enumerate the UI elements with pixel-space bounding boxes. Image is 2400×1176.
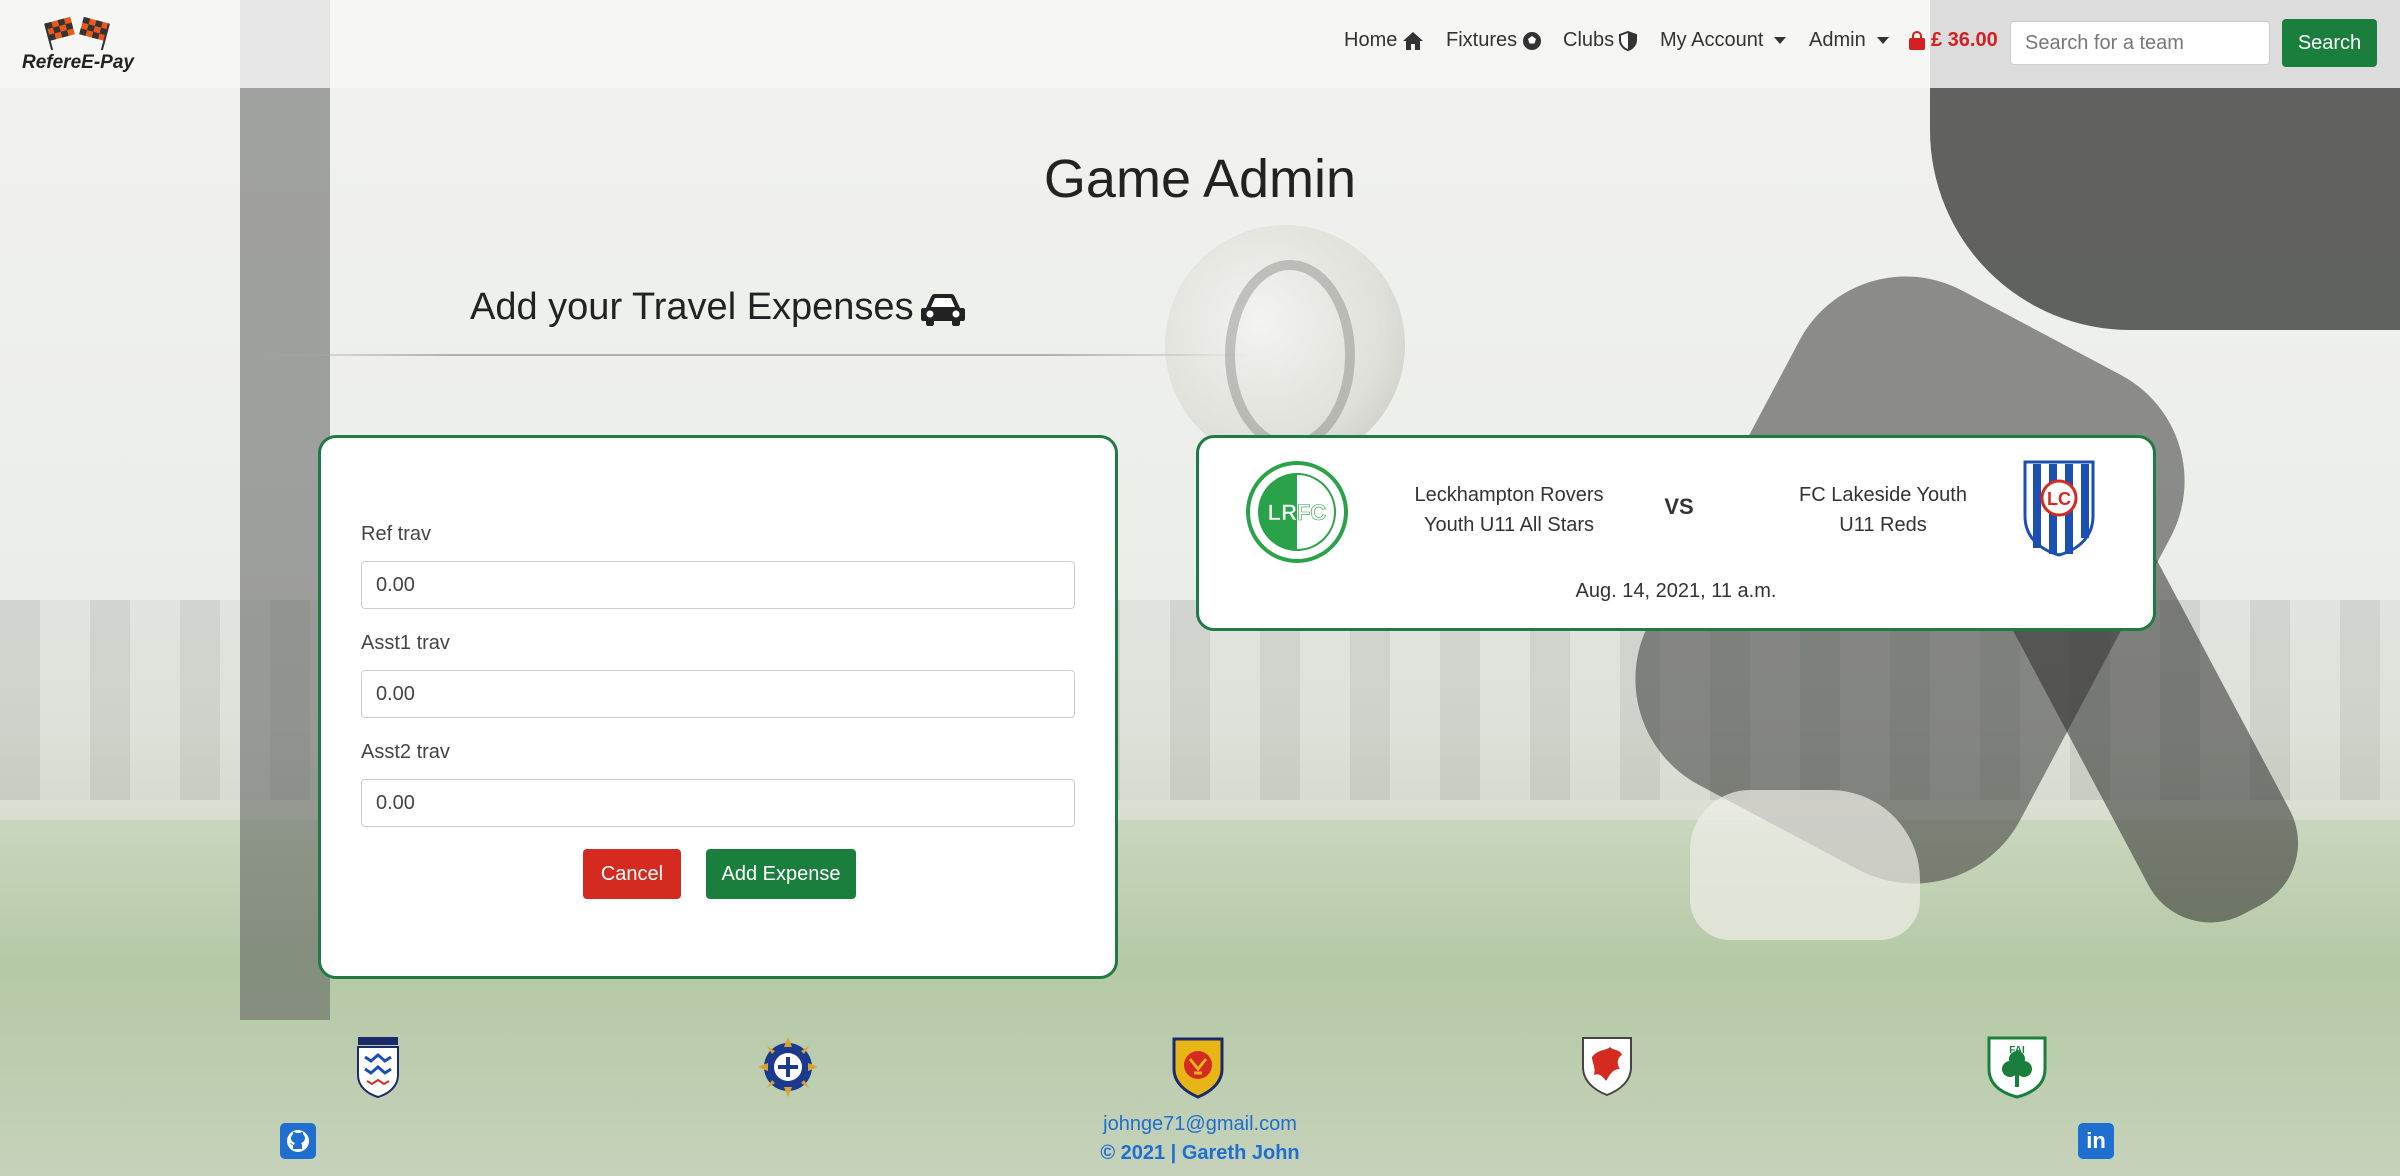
home-team-name[interactable]: Leckhampton Rovers Youth U11 All Stars [1379, 480, 1639, 540]
kickoff-datetime: Aug. 14, 2021, 11 a.m. [1575, 580, 1777, 602]
section-title: Add your Travel Expenses [470, 286, 914, 328]
shopping-bag-icon [1909, 30, 1925, 50]
nav-fixtures-label: Fixtures [1446, 29, 1518, 51]
nav-admin-dropdown[interactable]: Admin [1809, 29, 1889, 52]
nav-fixtures[interactable]: Fixtures [1446, 29, 1542, 52]
away-team-name-line2: U11 Reds [1839, 514, 1927, 536]
brand-logo[interactable]: RefereE-Pay [20, 16, 140, 76]
scotland-fa-badge[interactable] [1170, 1035, 1226, 1099]
team-search-input[interactable] [2010, 21, 2270, 65]
football-icon [1523, 31, 1542, 50]
home-team-name-line2: Youth U11 All Stars [1423, 514, 1595, 536]
away-team-name[interactable]: FC Lakeside Youth U11 Reds [1753, 480, 2013, 540]
nav-my-account-dropdown[interactable]: My Account [1660, 29, 1787, 52]
home-icon [1403, 31, 1424, 50]
nav-admin-label: Admin [1809, 29, 1866, 51]
fixture-card: LRFC Leckhampton Rovers Youth U11 All St… [1196, 435, 2156, 631]
away-team-crest: LC [2021, 458, 2097, 563]
ref-trav-input[interactable] [361, 561, 1075, 609]
wales-fa-badge[interactable] [1580, 1035, 1634, 1097]
away-team-name-line1: FC Lakeside Youth [1799, 484, 1967, 506]
linkedin-icon: in [2086, 1128, 2106, 1153]
vs-label: VS [1664, 494, 1694, 519]
nav-clubs-label: Clubs [1563, 29, 1615, 51]
contact-email-link[interactable]: johnge71@gmail.com [0, 1113, 2400, 1136]
brand-name: RefereE-Pay [22, 52, 134, 73]
nav-home-label: Home [1344, 29, 1398, 51]
caret-down-icon [1774, 37, 1787, 44]
asst2-trav-input[interactable] [361, 779, 1075, 827]
travel-expense-form: Ref trav Asst1 trav Asst2 trav Cancel Ad… [318, 435, 1118, 979]
away-crest-text: LC [2047, 489, 2071, 509]
nav-clubs[interactable]: Clubs [1563, 29, 1638, 52]
add-expense-button[interactable]: Add Expense [706, 849, 856, 899]
checkered-flags-icon [44, 16, 110, 50]
lakeside-crest-icon: LC [2023, 460, 2095, 557]
home-team-crest: LRFC [1245, 460, 1349, 569]
home-team-name-line1: Leckhampton Rovers [1414, 484, 1604, 506]
nav-home[interactable]: Home [1344, 29, 1424, 52]
ireland-fai-badge[interactable]: FAI [1986, 1035, 2048, 1099]
nav-basket[interactable]: £ 36.00 [1908, 29, 1998, 52]
shield-icon [1619, 30, 1638, 51]
asst1-trav-input[interactable] [361, 670, 1075, 718]
caret-down-icon [1876, 37, 1889, 44]
copyright-text: © 2021 | Gareth John [1100, 1142, 1300, 1164]
linkedin-link[interactable]: in [2078, 1123, 2114, 1159]
search-button[interactable]: Search [2282, 19, 2377, 67]
background-player-boot [1690, 790, 1920, 940]
asst1-trav-label: Asst1 trav [361, 632, 450, 654]
england-fa-badge[interactable] [355, 1035, 401, 1099]
section-divider [250, 354, 1250, 356]
home-crest-text: LRFC [1268, 500, 1327, 525]
cancel-button[interactable]: Cancel [583, 849, 681, 899]
lrfc-crest-icon: LRFC [1246, 461, 1348, 563]
asst2-trav-label: Asst2 trav [361, 741, 450, 763]
car-icon [921, 294, 965, 326]
navbar: RefereE-Pay Home Fixtures Clubs My Accou… [0, 0, 2400, 88]
basket-total: £ 36.00 [1931, 29, 1998, 51]
ref-trav-label: Ref trav [361, 523, 432, 545]
nav-my-account-label: My Account [1660, 29, 1764, 51]
northern-ireland-fa-badge[interactable] [756, 1035, 820, 1099]
page-title: Game Admin [1043, 149, 1357, 209]
